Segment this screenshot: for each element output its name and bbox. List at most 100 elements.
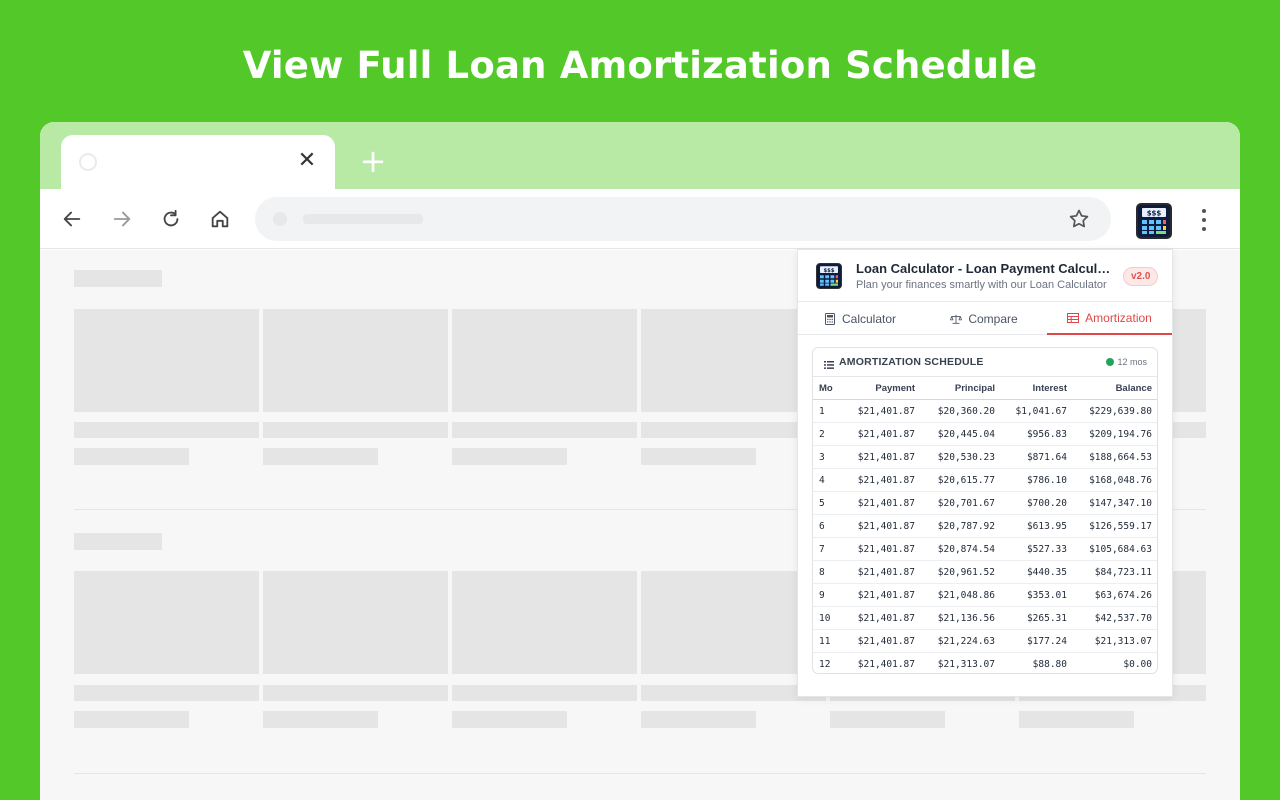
table-row: 11 $21,401.87 $21,224.63 $177.24 $21,313.07	[813, 629, 1157, 653]
table-cell: 3	[813, 445, 847, 469]
schedule-header: AMORTIZATION SCHEDULE 12 mos	[813, 348, 1157, 376]
home-icon[interactable]	[206, 205, 234, 233]
table-cell: $20,615.77	[919, 468, 999, 492]
svg-text:$$$: $$$	[1147, 210, 1162, 218]
table-cell: $126,559.17	[1071, 514, 1157, 538]
tab-favicon-icon	[79, 153, 97, 171]
table-cell: $21,401.87	[847, 583, 919, 607]
table-cell: $21,048.86	[919, 583, 999, 607]
table-cell: $84,723.11	[1071, 560, 1157, 584]
table-cell: 8	[813, 560, 847, 584]
skeleton-line	[1019, 711, 1134, 728]
column-header: Principal	[919, 376, 999, 400]
table-cell: $21,313.07	[1071, 629, 1157, 653]
table-cell: $21,401.87	[847, 537, 919, 561]
tab-close-icon[interactable]: ✕	[295, 149, 319, 173]
calculator-icon	[824, 312, 836, 325]
table-cell: $105,684.63	[1071, 537, 1157, 561]
table-row: 7 $21,401.87 $20,874.54 $527.33 $105,684.63	[813, 537, 1157, 561]
table-header-row: Mo Payment Principal Interest Balance	[813, 376, 1157, 400]
table-cell: $20,787.92	[919, 514, 999, 538]
table-cell: $188,664.53	[1071, 445, 1157, 469]
amortization-schedule-card: AMORTIZATION SCHEDULE 12 mos Mo Payment …	[812, 347, 1158, 674]
table-cell: $21,224.63	[919, 629, 999, 653]
skeleton-card	[74, 571, 259, 674]
table-cell: $63,674.26	[1071, 583, 1157, 607]
popup-title: Loan Calculator - Loan Payment Calculato…	[856, 261, 1112, 276]
table-cell: $20,445.04	[919, 422, 999, 446]
table-cell: $21,401.87	[847, 514, 919, 538]
url-placeholder	[303, 214, 423, 224]
table-cell: $21,401.87	[847, 399, 919, 423]
table-cell: $20,874.54	[919, 537, 999, 561]
divider	[74, 773, 1206, 774]
skeleton-line	[452, 422, 637, 438]
tab-strip: ✕ +	[40, 122, 1240, 189]
tab-compare[interactable]: Compare	[922, 302, 1046, 335]
popup-header: $$$ Loan Calculator - Loan Payment Calcu…	[798, 250, 1172, 302]
browser-toolbar: $$$	[40, 189, 1240, 249]
skeleton-line	[263, 422, 448, 438]
forward-icon[interactable]	[108, 205, 136, 233]
skeleton-card	[452, 309, 637, 412]
table-cell: 5	[813, 491, 847, 515]
table-cell: $0.00	[1071, 652, 1157, 673]
browser-menu-icon[interactable]	[1196, 206, 1212, 234]
scale-icon	[950, 313, 963, 325]
bookmark-star-icon[interactable]	[1067, 207, 1091, 231]
table-cell: $209,194.76	[1071, 422, 1157, 446]
skeleton-card	[1173, 571, 1206, 674]
table-row: 6 $21,401.87 $20,787.92 $613.95 $126,559.17	[813, 514, 1157, 538]
table-cell: $956.83	[999, 422, 1071, 446]
popup-subtitle: Plan your finances smartly with our Loan…	[856, 279, 1107, 291]
skeleton-line	[74, 711, 189, 728]
skeleton-line	[74, 448, 189, 465]
schedule-count-label: 12 mos	[1117, 357, 1147, 367]
table-row: 9 $21,401.87 $21,048.86 $353.01 $63,674.26	[813, 583, 1157, 607]
back-icon[interactable]	[58, 205, 86, 233]
skeleton-line	[452, 448, 567, 465]
tab-amortization[interactable]: Amortization	[1047, 302, 1172, 335]
skeleton-line	[74, 685, 259, 701]
new-tab-button[interactable]: +	[358, 145, 388, 177]
table-cell: $786.10	[999, 468, 1071, 492]
popup-tabs: Calculator Compare Amortization	[798, 302, 1172, 335]
table-cell: 12	[813, 652, 847, 673]
skeleton-card	[74, 309, 259, 412]
table-cell: $21,136.56	[919, 606, 999, 630]
table-cell: 2	[813, 422, 847, 446]
table-cell: 1	[813, 399, 847, 423]
column-header: Mo	[813, 376, 847, 400]
calculator-logo-icon: $$$	[816, 263, 842, 289]
address-bar[interactable]	[255, 197, 1111, 241]
table-row: 12 $21,401.87 $21,313.07 $88.80 $0.00	[813, 652, 1157, 673]
table-cell: 6	[813, 514, 847, 538]
extension-popup: $$$ Loan Calculator - Loan Payment Calcu…	[797, 249, 1173, 697]
skeleton-line	[641, 711, 756, 728]
skeleton-line	[830, 711, 945, 728]
table-cell: $21,313.07	[919, 652, 999, 673]
table-cell: 9	[813, 583, 847, 607]
column-header: Balance	[1071, 376, 1157, 400]
table-cell: 11	[813, 629, 847, 653]
table-cell: $88.80	[999, 652, 1071, 673]
loan-calculator-extension-icon[interactable]: $$$	[1136, 203, 1172, 239]
schedule-count: 12 mos	[1106, 357, 1147, 367]
page-headline: View Full Loan Amortization Schedule	[242, 44, 1038, 87]
table-cell: $21,401.87	[847, 652, 919, 673]
skeleton-line	[641, 448, 756, 465]
tab-calculator[interactable]: Calculator	[798, 302, 922, 335]
skeleton-line	[74, 422, 259, 438]
skeleton-line	[263, 711, 378, 728]
check-circle-icon	[1106, 358, 1115, 366]
table-cell: 7	[813, 537, 847, 561]
table-cell: $21,401.87	[847, 468, 919, 492]
table-row: 5 $21,401.87 $20,701.67 $700.20 $147,347.10	[813, 491, 1157, 515]
table-icon	[1067, 312, 1080, 324]
table-cell: 4	[813, 468, 847, 492]
version-badge: v2.0	[1123, 267, 1159, 286]
reload-icon[interactable]	[157, 205, 185, 233]
skeleton-line	[263, 448, 378, 465]
browser-tab[interactable]: ✕	[61, 135, 335, 189]
table-cell: $613.95	[999, 514, 1071, 538]
